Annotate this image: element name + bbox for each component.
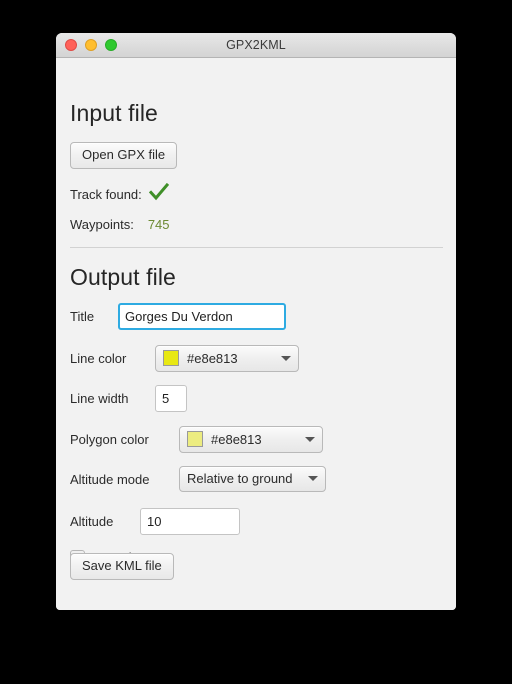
altitude-label: Altitude	[70, 514, 114, 529]
altitude-mode-label: Altitude mode	[70, 471, 150, 487]
close-window-button[interactable]	[65, 39, 77, 51]
window-content: Input file Open GPX file Track found: Wa…	[56, 58, 456, 610]
line-width-row: Line width	[70, 385, 187, 412]
title-row: Title	[70, 303, 286, 330]
altitude-row: Altitude	[70, 508, 240, 535]
chevron-down-icon	[281, 355, 291, 361]
line-color-value: #e8e813	[187, 350, 238, 366]
altitude-input[interactable]	[140, 508, 240, 535]
green-check-icon	[148, 182, 169, 206]
polygon-color-label: Polygon color	[70, 432, 149, 447]
application-window: GPX2KML Input file Open GPX file Track f…	[56, 33, 456, 610]
polygon-color-row: Polygon color #e8e813	[70, 426, 323, 453]
window-controls	[65, 39, 117, 51]
waypoints-label: Waypoints:	[70, 217, 134, 232]
input-file-heading: Input file	[70, 100, 158, 126]
altitude-mode-row: Altitude mode Relative to ground	[70, 466, 326, 492]
line-width-input[interactable]	[155, 385, 187, 412]
track-found-row: Track found:	[70, 182, 169, 206]
polygon-color-dropdown[interactable]: #e8e813	[179, 426, 323, 453]
title-input[interactable]	[118, 303, 286, 330]
line-color-label: Line color	[70, 351, 127, 366]
line-color-swatch	[163, 350, 179, 366]
window-titlebar: GPX2KML	[56, 33, 456, 58]
output-file-heading: Output file	[70, 264, 176, 290]
line-color-row: Line color #e8e813	[70, 345, 299, 372]
minimize-window-button[interactable]	[85, 39, 97, 51]
altitude-mode-value: Relative to ground	[187, 471, 293, 486]
line-color-dropdown[interactable]: #e8e813	[155, 345, 299, 372]
title-label: Title	[70, 309, 95, 324]
polygon-color-value: #e8e813	[211, 431, 262, 447]
maximize-window-button[interactable]	[105, 39, 117, 51]
waypoints-count: 745	[147, 217, 170, 232]
open-gpx-file-button[interactable]: Open GPX file	[70, 142, 178, 170]
altitude-mode-dropdown[interactable]: Relative to ground	[179, 466, 326, 492]
section-divider	[70, 247, 443, 248]
chevron-down-icon	[305, 436, 315, 442]
save-kml-file-button[interactable]: Save KML file	[70, 553, 174, 581]
line-width-label: Line width	[70, 391, 129, 406]
waypoints-row: Waypoints: 745	[70, 217, 170, 232]
track-found-label: Track found:	[70, 187, 142, 202]
polygon-color-swatch	[187, 431, 203, 447]
chevron-down-icon	[308, 476, 318, 481]
